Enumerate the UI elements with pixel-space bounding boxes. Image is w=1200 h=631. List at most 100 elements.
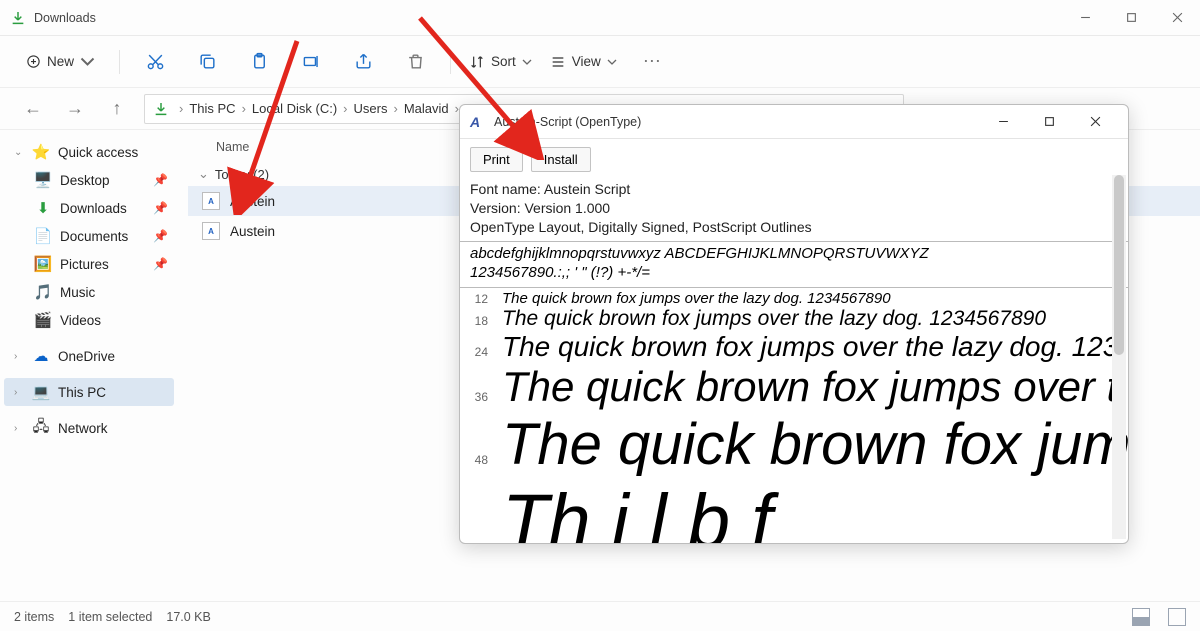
sidebar-item-this-pc[interactable]: › 💻 This PC xyxy=(4,378,174,406)
sample-size: 36 xyxy=(466,390,488,404)
videos-icon: 🎬 xyxy=(34,311,52,329)
sample-text: The quick brown fox jumps over the lazy … xyxy=(502,290,891,307)
pin-icon: 📌 xyxy=(153,257,168,271)
install-button[interactable]: Install xyxy=(531,147,591,172)
sidebar-label: Desktop xyxy=(60,173,110,188)
up-button[interactable]: ↑ xyxy=(102,94,132,124)
music-icon: 🎵 xyxy=(34,283,52,301)
scrollbar[interactable] xyxy=(1112,175,1126,539)
sidebar-item-music[interactable]: 🎵Music xyxy=(24,278,174,306)
font-features-line: OpenType Layout, Digitally Signed, PostS… xyxy=(470,218,1118,237)
sidebar-label: This PC xyxy=(58,385,106,400)
sidebar-item-videos[interactable]: 🎬Videos xyxy=(24,306,174,334)
status-selected: 1 item selected xyxy=(68,610,152,624)
maximize-button[interactable] xyxy=(1108,0,1154,36)
print-button[interactable]: Print xyxy=(470,147,523,172)
font-name-line: Font name: Austein Script xyxy=(470,180,1118,199)
close-button[interactable] xyxy=(1154,0,1200,36)
font-window-titlebar: A Austein-Script (OpenType) xyxy=(460,105,1128,139)
sample-text: The quick brown fox jumps over the lazy … xyxy=(502,307,1046,331)
maximize-button[interactable] xyxy=(1026,104,1072,140)
back-button[interactable]: ← xyxy=(18,94,48,124)
separator xyxy=(119,50,120,74)
cloud-icon: ☁ xyxy=(32,347,50,365)
explorer-titlebar: Downloads xyxy=(0,0,1200,36)
chevron-right-icon: › xyxy=(14,423,24,434)
sort-icon xyxy=(469,54,485,70)
sample-text: The quick brown fox jumps over t xyxy=(502,363,1118,411)
sample-alpha: abcdefghijklmnopqrstuvwxyz ABCDEFGHIJKLM… xyxy=(470,244,1118,264)
sort-button[interactable]: Sort xyxy=(469,54,532,70)
sidebar-item-pictures[interactable]: 🖼️Pictures📌 xyxy=(24,250,174,278)
breadcrumb-segment[interactable]: Local Disk (C:) xyxy=(252,101,337,116)
downloads-icon xyxy=(153,101,169,117)
sidebar-label: Quick access xyxy=(58,145,138,160)
minimize-button[interactable] xyxy=(1062,0,1108,36)
pin-icon: 📌 xyxy=(153,229,168,243)
chevron-down-icon xyxy=(80,54,95,69)
sample-size: 48 xyxy=(466,453,488,467)
pin-icon: 📌 xyxy=(153,201,168,215)
sidebar-item-quick-access[interactable]: ⌄ ⭐ Quick access xyxy=(4,138,174,166)
sample-digits: 1234567890.:,; ' " (!?) +-*/= xyxy=(470,263,1118,283)
sidebar-item-desktop[interactable]: 🖥️Desktop📌 xyxy=(24,166,174,194)
scrollbar-thumb[interactable] xyxy=(1114,175,1124,355)
details-view-toggle[interactable] xyxy=(1132,608,1150,626)
forward-button[interactable]: → xyxy=(60,94,90,124)
chevron-right-icon: › xyxy=(14,387,24,398)
sample-size: 24 xyxy=(466,345,488,359)
font-file-icon: A xyxy=(202,192,220,210)
sample-text: The quick brown fox jump xyxy=(502,411,1128,478)
sidebar-item-onedrive[interactable]: ›☁OneDrive xyxy=(4,342,174,370)
sample-text: The quick brown fox jumps over the lazy … xyxy=(502,331,1118,363)
status-size: 17.0 KB xyxy=(166,610,210,624)
window-title: Downloads xyxy=(34,11,96,25)
sample-size: 18 xyxy=(466,314,488,328)
copy-button[interactable] xyxy=(190,45,224,79)
breadcrumb-segment[interactable]: This PC xyxy=(189,101,235,116)
share-button[interactable] xyxy=(346,45,380,79)
font-size-samples: 12 The quick brown fox jumps over the laz… xyxy=(460,288,1128,543)
breadcrumb-segment[interactable]: Malavid xyxy=(404,101,449,116)
downloads-icon: ⬇ xyxy=(34,199,52,217)
chevron-right-icon: › xyxy=(393,101,397,116)
sample-size: 12 xyxy=(466,292,488,306)
window-controls xyxy=(1062,0,1200,36)
more-button[interactable]: ⋯ xyxy=(635,45,669,79)
view-button[interactable]: View xyxy=(550,54,617,70)
font-window-title: Austein-Script (OpenType) xyxy=(494,115,641,129)
view-icon xyxy=(550,54,566,70)
icons-view-toggle[interactable] xyxy=(1168,608,1186,626)
breadcrumb-segment[interactable]: Users xyxy=(354,101,388,116)
chevron-down-icon xyxy=(607,57,617,67)
sidebar-label: Documents xyxy=(60,229,128,244)
font-metadata: Font name: Austein Script Version: Versi… xyxy=(460,180,1128,242)
status-item-count: 2 items xyxy=(14,610,54,624)
sidebar-item-downloads[interactable]: ⬇Downloads📌 xyxy=(24,194,174,222)
downloads-icon xyxy=(10,10,26,26)
rename-button[interactable] xyxy=(294,45,328,79)
font-preview-window: A Austein-Script (OpenType) Print Instal… xyxy=(459,104,1129,544)
network-icon: 🖧 xyxy=(32,419,50,437)
chevron-right-icon: › xyxy=(343,101,347,116)
minimize-button[interactable] xyxy=(980,104,1026,140)
new-label: New xyxy=(47,54,74,69)
separator xyxy=(450,50,451,74)
paste-button[interactable] xyxy=(242,45,276,79)
sidebar-item-documents[interactable]: 📄Documents📌 xyxy=(24,222,174,250)
new-button[interactable]: New xyxy=(20,50,101,73)
chevron-down-icon xyxy=(522,57,532,67)
star-icon: ⭐ xyxy=(32,143,50,161)
sort-label: Sort xyxy=(491,54,516,69)
sidebar-label: Pictures xyxy=(60,257,109,272)
chevron-right-icon: › xyxy=(14,351,24,362)
pin-icon: 📌 xyxy=(153,173,168,187)
close-button[interactable] xyxy=(1072,104,1118,140)
file-name: Austein xyxy=(230,224,275,239)
sidebar-item-network[interactable]: ›🖧Network xyxy=(4,414,174,442)
navigation-pane: ⌄ ⭐ Quick access 🖥️Desktop📌 ⬇Downloads📌 … xyxy=(0,130,178,601)
status-bar: 2 items 1 item selected 17.0 KB xyxy=(0,601,1200,631)
pc-icon: 💻 xyxy=(32,383,50,401)
delete-button[interactable] xyxy=(398,45,432,79)
cut-button[interactable] xyxy=(138,45,172,79)
